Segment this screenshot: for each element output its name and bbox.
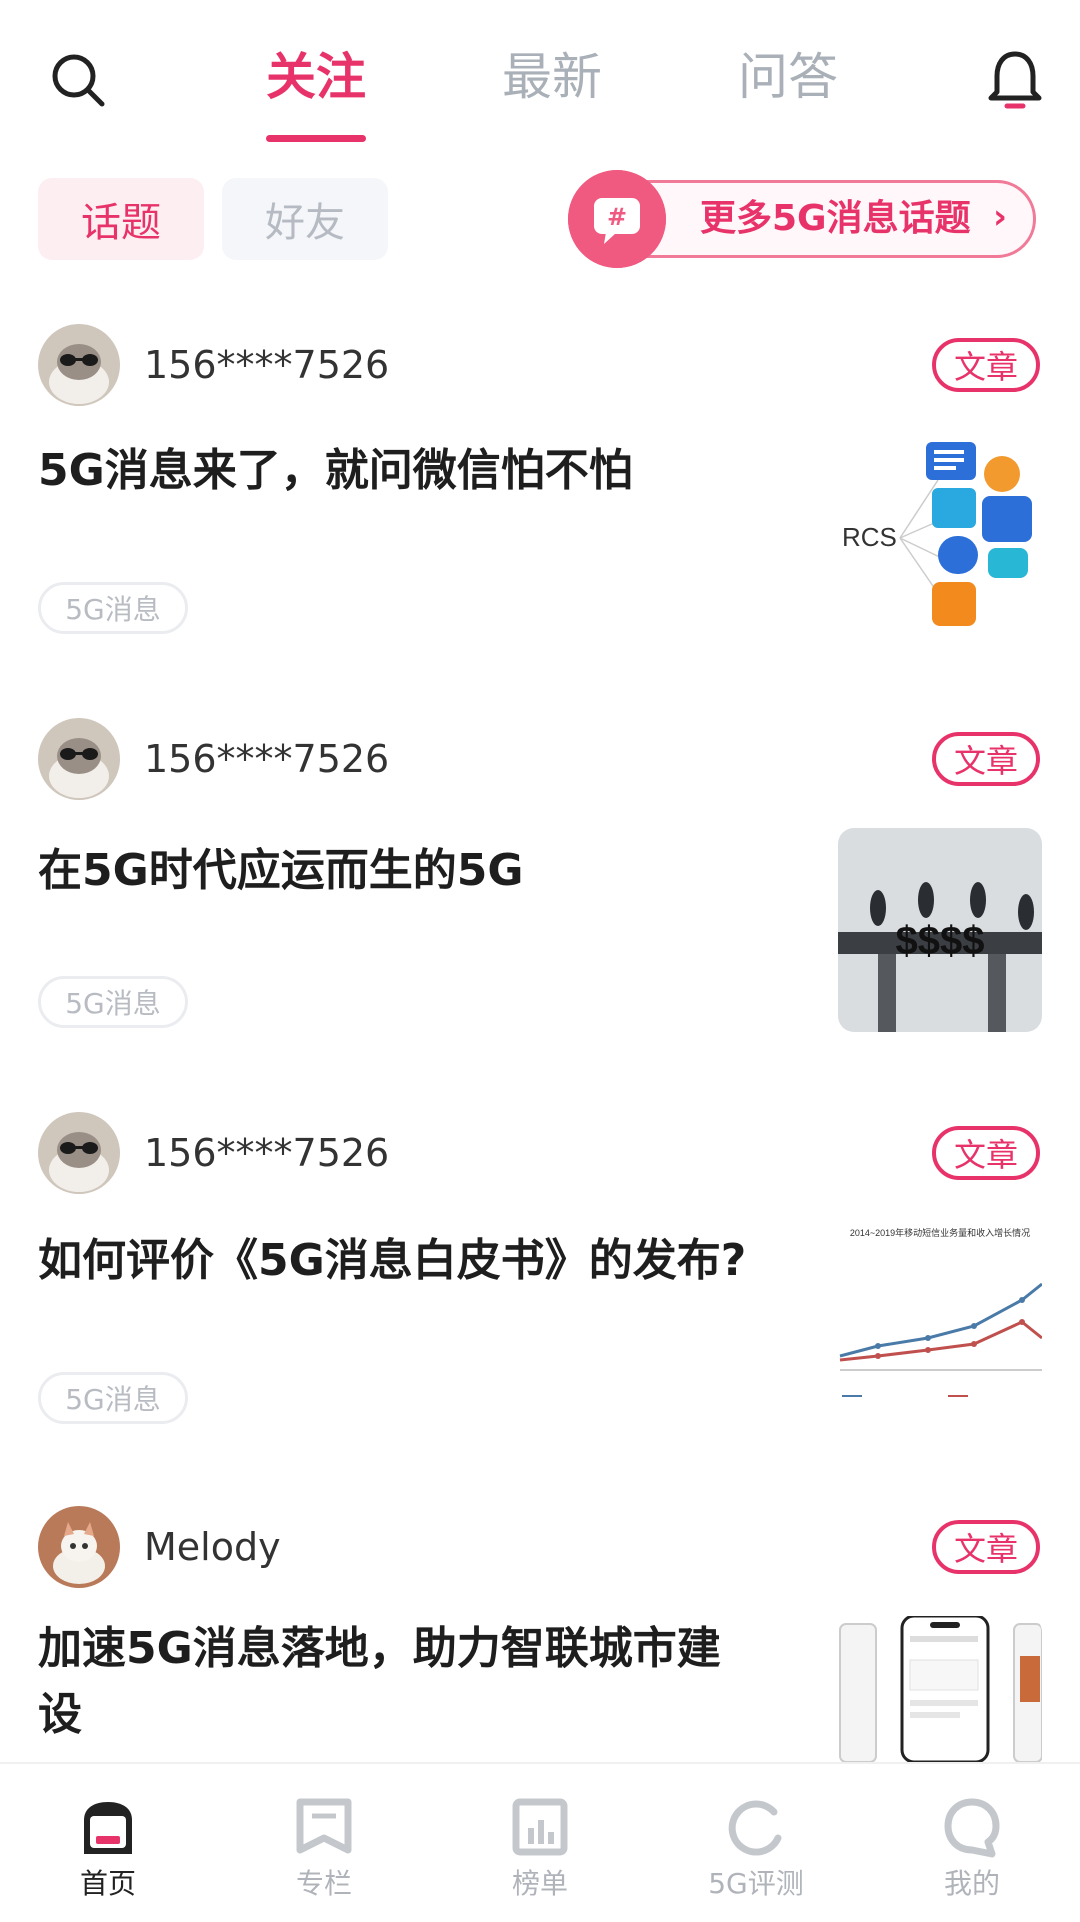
nav-label-ranking: 榜单	[511, 1867, 568, 1900]
chevron-right-icon: ›	[993, 197, 1008, 237]
author-name[interactable]: 156****7526	[144, 734, 389, 784]
article-badge: 文章	[932, 1126, 1040, 1180]
kitten-avatar[interactable]	[38, 1506, 120, 1588]
hamster-avatar[interactable]	[38, 1112, 120, 1194]
bar-chart-icon	[512, 1798, 568, 1858]
nav-ranking[interactable]: 榜单	[432, 1764, 648, 1922]
nav-label-profile: 我的	[943, 1867, 1000, 1900]
subtab-topics[interactable]: 话题	[38, 178, 204, 260]
rcs-label: RCS	[842, 522, 897, 552]
bell-icon[interactable]	[985, 48, 1045, 112]
post-title[interactable]: 如何评价《5G消息白皮书》的发布?	[38, 1228, 758, 1294]
bookmark-icon	[296, 1798, 352, 1858]
line-chart-thumbnail[interactable]: 2014~2019年移动短信业务量和收入增长情况	[838, 1222, 1042, 1426]
topic-tag[interactable]: 5G消息	[38, 976, 188, 1028]
nav-profile[interactable]: 我的	[864, 1764, 1080, 1922]
tab-qa[interactable]: 问答	[738, 46, 838, 108]
subtab-friends[interactable]: 好友	[222, 178, 388, 260]
top-bar: 关注 最新 问答	[0, 0, 1080, 150]
phone-screens-thumbnail[interactable]	[838, 1616, 1042, 1762]
active-tab-indicator	[266, 135, 366, 142]
gauge-icon	[728, 1798, 784, 1858]
hamster-avatar[interactable]	[38, 718, 120, 800]
thumb-chart-title: 2014~2019年移动短信业务量和收入增长情况	[850, 1227, 1030, 1238]
nav-label-home: 首页	[79, 1867, 136, 1900]
nav-column[interactable]: 专栏	[216, 1764, 432, 1922]
post-title[interactable]: 加速5G消息落地，助力智联城市建设	[38, 1616, 758, 1748]
rcs-thumbnail[interactable]: RCS	[838, 434, 1042, 638]
money-label: $$$$	[896, 919, 985, 963]
chat-bubble-icon	[944, 1798, 1000, 1858]
nav-label-column: 专栏	[295, 1867, 352, 1900]
author-name[interactable]: 156****7526	[144, 340, 389, 390]
more-topics-label: 更多5G消息话题	[700, 198, 971, 239]
hashtag-chat-icon: #	[568, 170, 666, 268]
search-icon[interactable]	[48, 50, 108, 110]
home-icon	[80, 1798, 136, 1858]
article-badge: 文章	[932, 338, 1040, 392]
business-race-thumbnail[interactable]: $$$$	[838, 828, 1042, 1032]
hamster-avatar[interactable]	[38, 324, 120, 406]
author-name[interactable]: Melody	[144, 1522, 281, 1572]
more-topics-button[interactable]: # 更多5G消息话题 ›	[568, 170, 1040, 268]
tab-latest[interactable]: 最新	[502, 46, 602, 108]
post-title[interactable]: 5G消息来了，就问微信怕不怕	[38, 438, 758, 504]
nav-label-5g-review: 5G评测	[708, 1867, 804, 1900]
post-title[interactable]: 在5G时代应运而生的5G	[38, 838, 758, 904]
article-badge: 文章	[932, 732, 1040, 786]
author-name[interactable]: 156****7526	[144, 1128, 389, 1178]
nav-5g-review[interactable]: 5G评测	[648, 1764, 864, 1922]
article-badge: 文章	[932, 1520, 1040, 1574]
topic-tag[interactable]: 5G消息	[38, 582, 188, 634]
nav-home[interactable]: 首页	[0, 1764, 216, 1922]
hashtag-glyph: #	[607, 203, 627, 231]
topic-tag[interactable]: 5G消息	[38, 1372, 188, 1424]
tab-following[interactable]: 关注	[266, 46, 366, 108]
bottom-nav: 首页 专栏 榜单 5G评测 我的	[0, 1762, 1080, 1922]
